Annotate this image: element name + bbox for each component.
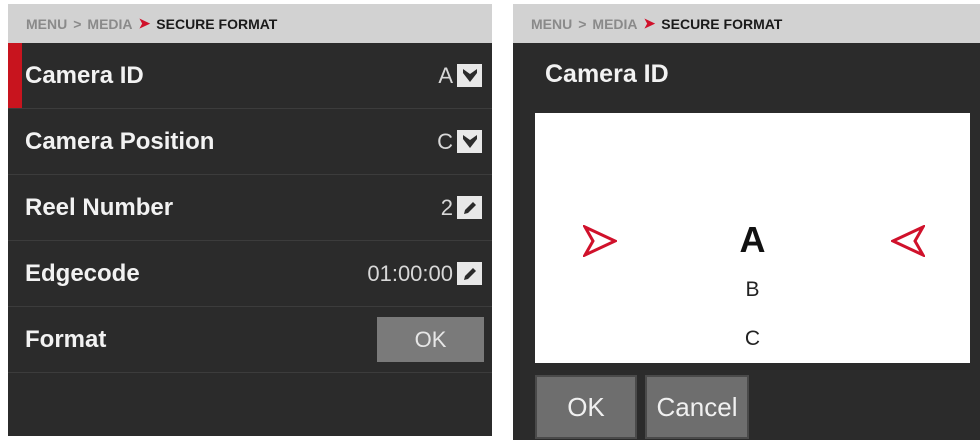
breadcrumb: MENU > MEDIA ➤ SECURE FORMAT	[8, 4, 492, 43]
format-ok-button[interactable]: OK	[377, 317, 484, 362]
selection-arrow-left-icon	[891, 225, 925, 257]
breadcrumb-separator: >	[578, 15, 587, 32]
camera-id-value: A	[438, 62, 453, 88]
dropdown-arrow-icon[interactable]	[457, 64, 482, 87]
edgecode-label: Edgecode	[25, 259, 140, 287]
reel-number-value-control[interactable]: 2	[441, 195, 482, 221]
breadcrumb-current: SECURE FORMAT	[156, 15, 278, 32]
cancel-button[interactable]: Cancel	[645, 375, 749, 439]
menu-row-camera-id[interactable]: Camera ID A	[8, 43, 492, 109]
format-label: Format	[25, 325, 107, 353]
secure-format-menu-panel: MENU > MEDIA ➤ SECURE FORMAT Camera ID A…	[8, 4, 492, 436]
breadcrumb-separator-red: ➤	[643, 15, 656, 31]
breadcrumb-current: SECURE FORMAT	[661, 15, 783, 32]
edgecode-value-control[interactable]: 01:00:00	[367, 261, 482, 287]
camera-position-label: Camera Position	[25, 127, 215, 155]
menu-row-reel-number[interactable]: Reel Number 2	[8, 175, 492, 241]
dropdown-arrow-icon[interactable]	[457, 130, 482, 153]
camera-id-picker[interactable]: A B C	[535, 113, 970, 363]
breadcrumb-separator-red: ➤	[138, 15, 151, 31]
pencil-icon[interactable]	[457, 262, 482, 285]
camera-id-label: Camera ID	[25, 61, 144, 89]
picker-option[interactable]: B	[535, 278, 970, 302]
camera-id-value-control[interactable]: A	[438, 63, 482, 89]
reel-number-value: 2	[440, 194, 453, 220]
pencil-icon[interactable]	[457, 196, 482, 219]
picker-option[interactable]: C	[535, 327, 970, 351]
camera-id-dialog-panel: MENU > MEDIA ➤ SECURE FORMAT Camera ID A…	[513, 4, 980, 440]
breadcrumb-separator: >	[73, 15, 82, 32]
edgecode-value: 01:00:00	[367, 260, 453, 286]
camera-position-value-control[interactable]: C	[437, 129, 482, 155]
menu-row-format: Format OK	[8, 307, 492, 373]
breadcrumb-media[interactable]: MEDIA	[87, 16, 132, 32]
camera-position-value: C	[437, 128, 453, 154]
breadcrumb-menu[interactable]: MENU	[531, 16, 572, 32]
breadcrumb: MENU > MEDIA ➤ SECURE FORMAT	[513, 4, 980, 43]
menu-row-edgecode[interactable]: Edgecode 01:00:00	[8, 241, 492, 307]
ok-button[interactable]: OK	[535, 375, 637, 439]
reel-number-label: Reel Number	[25, 193, 174, 221]
menu-row-camera-position[interactable]: Camera Position C	[8, 109, 492, 175]
breadcrumb-media[interactable]: MEDIA	[592, 16, 637, 32]
dialog-title: Camera ID	[545, 60, 669, 88]
breadcrumb-menu[interactable]: MENU	[26, 16, 67, 32]
